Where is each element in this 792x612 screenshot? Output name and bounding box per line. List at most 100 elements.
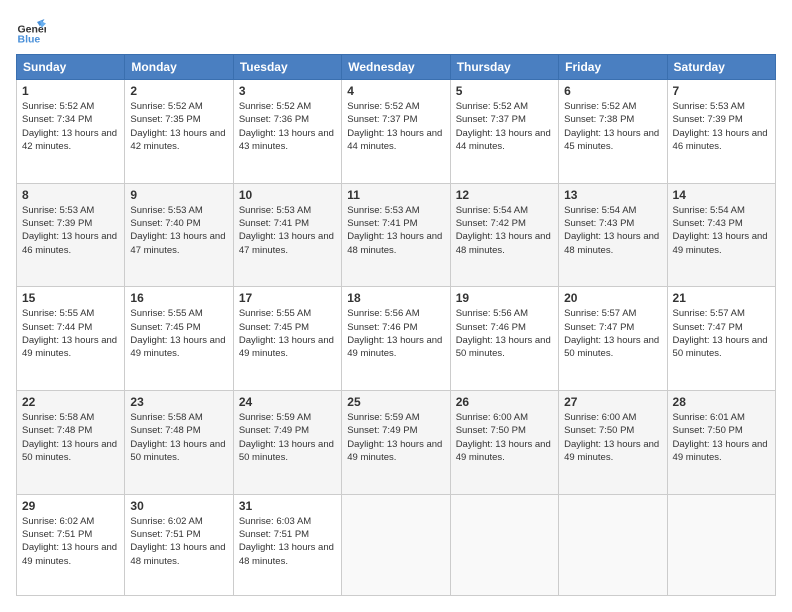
day-number: 14: [673, 188, 770, 202]
day-info: Sunrise: 5:55 AM Sunset: 7:45 PM Dayligh…: [239, 307, 336, 360]
day-number: 7: [673, 84, 770, 98]
day-info: Sunrise: 5:53 AM Sunset: 7:40 PM Dayligh…: [130, 204, 227, 257]
day-info: Sunrise: 5:52 AM Sunset: 7:37 PM Dayligh…: [347, 100, 444, 153]
calendar-cell: 5 Sunrise: 5:52 AM Sunset: 7:37 PM Dayli…: [450, 80, 558, 184]
day-number: 9: [130, 188, 227, 202]
calendar-cell: 31 Sunrise: 6:03 AM Sunset: 7:51 PM Dayl…: [233, 494, 341, 595]
calendar-header-monday: Monday: [125, 55, 233, 80]
day-number: 17: [239, 291, 336, 305]
day-info: Sunrise: 5:56 AM Sunset: 7:46 PM Dayligh…: [456, 307, 553, 360]
calendar-header-friday: Friday: [559, 55, 667, 80]
day-number: 13: [564, 188, 661, 202]
calendar-cell: 6 Sunrise: 5:52 AM Sunset: 7:38 PM Dayli…: [559, 80, 667, 184]
calendar-cell: 2 Sunrise: 5:52 AM Sunset: 7:35 PM Dayli…: [125, 80, 233, 184]
calendar-cell: 19 Sunrise: 5:56 AM Sunset: 7:46 PM Dayl…: [450, 287, 558, 391]
calendar-week-4: 29 Sunrise: 6:02 AM Sunset: 7:51 PM Dayl…: [17, 494, 776, 595]
logo-bird-icon: General Blue: [16, 16, 46, 46]
day-info: Sunrise: 5:55 AM Sunset: 7:44 PM Dayligh…: [22, 307, 119, 360]
day-info: Sunrise: 5:54 AM Sunset: 7:43 PM Dayligh…: [673, 204, 770, 257]
calendar-cell: [667, 494, 775, 595]
calendar-cell: 21 Sunrise: 5:57 AM Sunset: 7:47 PM Dayl…: [667, 287, 775, 391]
day-number: 5: [456, 84, 553, 98]
calendar-week-2: 15 Sunrise: 5:55 AM Sunset: 7:44 PM Dayl…: [17, 287, 776, 391]
calendar-cell: 28 Sunrise: 6:01 AM Sunset: 7:50 PM Dayl…: [667, 390, 775, 494]
day-info: Sunrise: 6:00 AM Sunset: 7:50 PM Dayligh…: [564, 411, 661, 464]
day-info: Sunrise: 5:59 AM Sunset: 7:49 PM Dayligh…: [239, 411, 336, 464]
day-info: Sunrise: 5:59 AM Sunset: 7:49 PM Dayligh…: [347, 411, 444, 464]
day-info: Sunrise: 6:03 AM Sunset: 7:51 PM Dayligh…: [239, 515, 336, 568]
day-info: Sunrise: 5:52 AM Sunset: 7:34 PM Dayligh…: [22, 100, 119, 153]
calendar-cell: 9 Sunrise: 5:53 AM Sunset: 7:40 PM Dayli…: [125, 183, 233, 287]
header: General Blue: [16, 16, 776, 46]
calendar-cell: [342, 494, 450, 595]
day-number: 2: [130, 84, 227, 98]
calendar-cell: 29 Sunrise: 6:02 AM Sunset: 7:51 PM Dayl…: [17, 494, 125, 595]
day-info: Sunrise: 5:52 AM Sunset: 7:37 PM Dayligh…: [456, 100, 553, 153]
calendar-cell: 24 Sunrise: 5:59 AM Sunset: 7:49 PM Dayl…: [233, 390, 341, 494]
calendar-cell: 7 Sunrise: 5:53 AM Sunset: 7:39 PM Dayli…: [667, 80, 775, 184]
day-info: Sunrise: 5:52 AM Sunset: 7:35 PM Dayligh…: [130, 100, 227, 153]
calendar-header-thursday: Thursday: [450, 55, 558, 80]
calendar-cell: 1 Sunrise: 5:52 AM Sunset: 7:34 PM Dayli…: [17, 80, 125, 184]
calendar-cell: 10 Sunrise: 5:53 AM Sunset: 7:41 PM Dayl…: [233, 183, 341, 287]
day-info: Sunrise: 6:00 AM Sunset: 7:50 PM Dayligh…: [456, 411, 553, 464]
day-number: 27: [564, 395, 661, 409]
day-number: 8: [22, 188, 119, 202]
calendar-cell: 25 Sunrise: 5:59 AM Sunset: 7:49 PM Dayl…: [342, 390, 450, 494]
day-number: 4: [347, 84, 444, 98]
day-number: 10: [239, 188, 336, 202]
day-number: 28: [673, 395, 770, 409]
day-number: 25: [347, 395, 444, 409]
day-number: 1: [22, 84, 119, 98]
day-info: Sunrise: 5:53 AM Sunset: 7:39 PM Dayligh…: [22, 204, 119, 257]
day-number: 20: [564, 291, 661, 305]
day-info: Sunrise: 5:52 AM Sunset: 7:38 PM Dayligh…: [564, 100, 661, 153]
day-number: 16: [130, 291, 227, 305]
calendar-week-1: 8 Sunrise: 5:53 AM Sunset: 7:39 PM Dayli…: [17, 183, 776, 287]
calendar-header-sunday: Sunday: [17, 55, 125, 80]
calendar-header-row: SundayMondayTuesdayWednesdayThursdayFrid…: [17, 55, 776, 80]
day-number: 22: [22, 395, 119, 409]
day-number: 29: [22, 499, 119, 513]
day-number: 23: [130, 395, 227, 409]
day-number: 26: [456, 395, 553, 409]
calendar-cell: 23 Sunrise: 5:58 AM Sunset: 7:48 PM Dayl…: [125, 390, 233, 494]
calendar-table: SundayMondayTuesdayWednesdayThursdayFrid…: [16, 54, 776, 596]
calendar-cell: 8 Sunrise: 5:53 AM Sunset: 7:39 PM Dayli…: [17, 183, 125, 287]
day-info: Sunrise: 5:57 AM Sunset: 7:47 PM Dayligh…: [564, 307, 661, 360]
day-number: 15: [22, 291, 119, 305]
calendar-week-3: 22 Sunrise: 5:58 AM Sunset: 7:48 PM Dayl…: [17, 390, 776, 494]
calendar-cell: 13 Sunrise: 5:54 AM Sunset: 7:43 PM Dayl…: [559, 183, 667, 287]
day-info: Sunrise: 5:53 AM Sunset: 7:39 PM Dayligh…: [673, 100, 770, 153]
calendar-cell: 16 Sunrise: 5:55 AM Sunset: 7:45 PM Dayl…: [125, 287, 233, 391]
calendar-page: General Blue SundayMondayTuesdayWednesda…: [0, 0, 792, 612]
day-info: Sunrise: 5:55 AM Sunset: 7:45 PM Dayligh…: [130, 307, 227, 360]
day-info: Sunrise: 5:53 AM Sunset: 7:41 PM Dayligh…: [239, 204, 336, 257]
calendar-cell: 14 Sunrise: 5:54 AM Sunset: 7:43 PM Dayl…: [667, 183, 775, 287]
day-info: Sunrise: 5:58 AM Sunset: 7:48 PM Dayligh…: [22, 411, 119, 464]
day-info: Sunrise: 6:02 AM Sunset: 7:51 PM Dayligh…: [22, 515, 119, 568]
day-number: 30: [130, 499, 227, 513]
calendar-cell: 27 Sunrise: 6:00 AM Sunset: 7:50 PM Dayl…: [559, 390, 667, 494]
calendar-cell: 26 Sunrise: 6:00 AM Sunset: 7:50 PM Dayl…: [450, 390, 558, 494]
calendar-cell: 17 Sunrise: 5:55 AM Sunset: 7:45 PM Dayl…: [233, 287, 341, 391]
calendar-header-tuesday: Tuesday: [233, 55, 341, 80]
day-info: Sunrise: 5:57 AM Sunset: 7:47 PM Dayligh…: [673, 307, 770, 360]
calendar-cell: 3 Sunrise: 5:52 AM Sunset: 7:36 PM Dayli…: [233, 80, 341, 184]
calendar-header-saturday: Saturday: [667, 55, 775, 80]
day-number: 18: [347, 291, 444, 305]
day-number: 31: [239, 499, 336, 513]
calendar-cell: 30 Sunrise: 6:02 AM Sunset: 7:51 PM Dayl…: [125, 494, 233, 595]
calendar-cell: 22 Sunrise: 5:58 AM Sunset: 7:48 PM Dayl…: [17, 390, 125, 494]
calendar-week-0: 1 Sunrise: 5:52 AM Sunset: 7:34 PM Dayli…: [17, 80, 776, 184]
day-number: 11: [347, 188, 444, 202]
calendar-cell: 18 Sunrise: 5:56 AM Sunset: 7:46 PM Dayl…: [342, 287, 450, 391]
day-info: Sunrise: 5:54 AM Sunset: 7:42 PM Dayligh…: [456, 204, 553, 257]
day-number: 21: [673, 291, 770, 305]
day-info: Sunrise: 6:02 AM Sunset: 7:51 PM Dayligh…: [130, 515, 227, 568]
calendar-cell: [559, 494, 667, 595]
calendar-cell: 11 Sunrise: 5:53 AM Sunset: 7:41 PM Dayl…: [342, 183, 450, 287]
calendar-cell: 15 Sunrise: 5:55 AM Sunset: 7:44 PM Dayl…: [17, 287, 125, 391]
calendar-cell: 12 Sunrise: 5:54 AM Sunset: 7:42 PM Dayl…: [450, 183, 558, 287]
day-info: Sunrise: 5:53 AM Sunset: 7:41 PM Dayligh…: [347, 204, 444, 257]
